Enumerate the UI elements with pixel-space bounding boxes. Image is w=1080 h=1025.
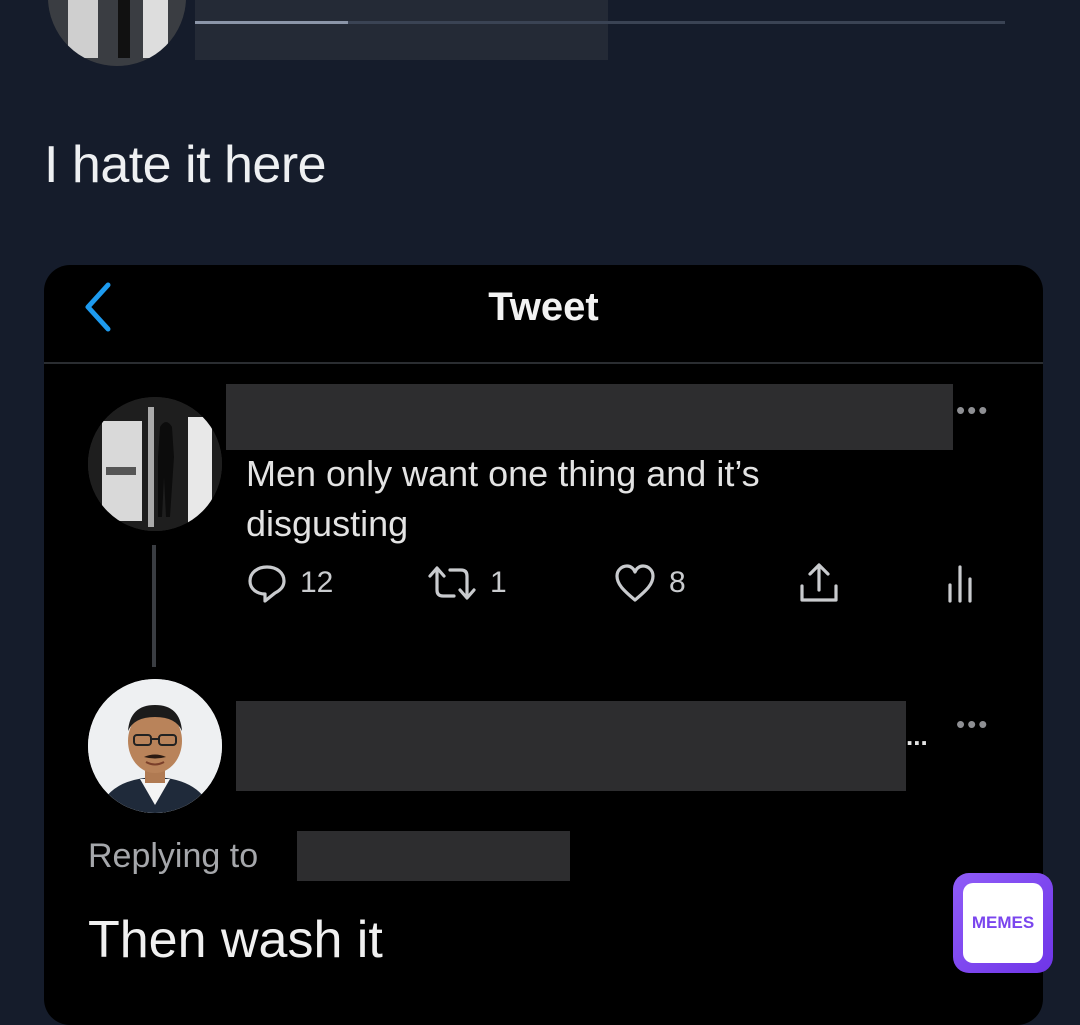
original-tweet-text: Men only want one thing and it’s disgust… — [246, 453, 760, 544]
retweet-icon — [426, 562, 478, 604]
author-avatar[interactable] — [48, 0, 186, 66]
nav-divider — [44, 362, 1043, 364]
thread-connector-line — [152, 545, 156, 667]
memes-watermark-badge[interactable]: MEMES — [953, 873, 1053, 973]
more-options-icon[interactable]: ••• — [956, 709, 989, 740]
reply-icon — [246, 562, 288, 604]
analytics-icon — [942, 561, 978, 605]
redacted-replying-to-handle[interactable] — [297, 831, 570, 881]
reply-action[interactable]: 12 — [246, 561, 333, 605]
post-caption: I hate it here — [44, 136, 327, 194]
share-action[interactable] — [796, 561, 842, 605]
analytics-action[interactable] — [942, 561, 978, 605]
redacted-author-name — [195, 0, 608, 60]
retweet-action[interactable]: 1 — [426, 561, 507, 605]
nav-title: Tweet — [488, 285, 599, 329]
redacted-reply-author — [236, 701, 906, 791]
more-options-icon[interactable]: ••• — [956, 395, 989, 426]
name-truncation-ellipsis: ... — [906, 721, 928, 751]
replying-to-label: Replying to — [88, 837, 259, 875]
share-icon — [796, 560, 842, 606]
media-progress-fill — [195, 21, 348, 24]
reply-tweet-text: Then wash it — [88, 911, 383, 969]
like-count: 8 — [669, 566, 686, 599]
like-action[interactable]: 8 — [613, 561, 686, 605]
heart-icon — [613, 562, 657, 604]
original-author-avatar[interactable] — [88, 397, 222, 531]
reply-count: 12 — [300, 566, 334, 599]
embedded-tweet-screenshot: Tweet ••• Men only want one thing and it… — [44, 265, 1043, 1025]
memes-label: MEMES — [971, 913, 1035, 932]
retweet-count: 1 — [490, 566, 507, 599]
memes-logo: MEMES — [963, 883, 1043, 963]
reply-author-avatar[interactable] — [88, 679, 222, 813]
redacted-original-author — [226, 384, 953, 450]
